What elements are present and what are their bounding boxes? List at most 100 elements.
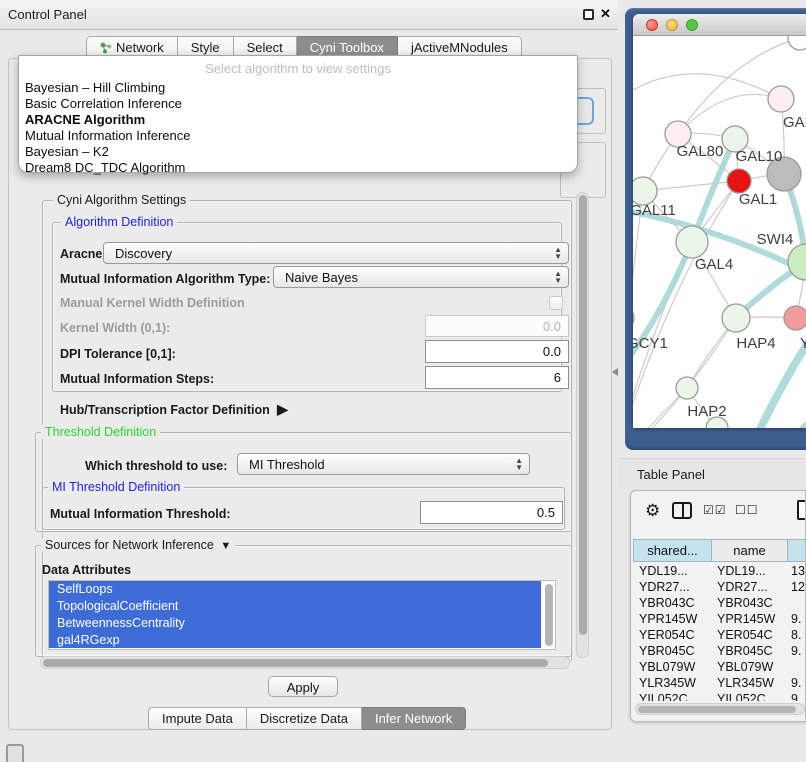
new-file-icon[interactable] bbox=[797, 500, 806, 520]
column-header-partial[interactable] bbox=[787, 539, 806, 562]
table-cell[interactable]: YDL19... bbox=[717, 564, 785, 581]
splitpane-collapse-arrow[interactable] bbox=[612, 368, 618, 376]
control-panel-titlebar: Control Panel ✕ bbox=[0, 0, 618, 30]
apply-button[interactable]: Apply bbox=[268, 676, 338, 697]
sources-title-toggle[interactable]: Sources for Network Inference ▼ bbox=[41, 538, 235, 552]
table-cell[interactable]: YBR045C bbox=[639, 644, 709, 661]
network-window-titlebar[interactable] bbox=[633, 14, 806, 36]
mi-type-value: Naive Bayes bbox=[285, 270, 358, 285]
select-all-checks-icon[interactable]: ☑☑ bbox=[703, 503, 727, 517]
node-gal11[interactable] bbox=[633, 177, 657, 205]
mi-steps-field[interactable]: 6 bbox=[425, 366, 569, 389]
gear-icon[interactable]: ⚙ bbox=[645, 501, 660, 521]
algorithm-option[interactable]: Bayesian – Hill Climbing bbox=[19, 80, 577, 96]
which-threshold-combo[interactable]: MI Threshold ▲▼ bbox=[237, 453, 530, 475]
table-cell[interactable]: YDL19... bbox=[639, 564, 709, 581]
table-cell[interactable]: 12 bbox=[791, 580, 806, 597]
node-gal4[interactable] bbox=[676, 226, 708, 258]
table-cell[interactable]: YDR27... bbox=[639, 580, 709, 597]
hub-definition-toggle[interactable]: Hub/Transcription Factor Definition ▶ bbox=[60, 401, 288, 418]
dpi-tolerance-field[interactable]: 0.0 bbox=[425, 340, 569, 363]
list-item[interactable]: gal4RGexp bbox=[49, 632, 541, 648]
table-cell[interactable]: YLR345W bbox=[717, 676, 785, 693]
network-canvas[interactable]: GAL GAL80 GAL10 GAL1 GAL11 SWI4 GAL4 GCY… bbox=[633, 36, 806, 428]
application-root: Control Panel ✕ Network Style Select Cyn… bbox=[0, 0, 806, 762]
table-horizontal-scrollbar[interactable] bbox=[635, 703, 805, 715]
kernel-width-field[interactable]: 0.0 bbox=[425, 315, 569, 337]
table-cell[interactable]: YPR145W bbox=[639, 612, 709, 629]
tab-discretize-data[interactable]: Discretize Data bbox=[247, 707, 362, 730]
float-window-icon[interactable] bbox=[583, 9, 594, 20]
table-cell[interactable]: YLR345W bbox=[639, 676, 709, 693]
column-layout-icon[interactable] bbox=[672, 502, 692, 519]
list-item[interactable]: SelfLoops bbox=[49, 581, 541, 598]
table-cell[interactable]: 9 bbox=[791, 692, 806, 701]
table-cell[interactable]: YER054C bbox=[639, 628, 709, 645]
mi-threshold-title: MI Threshold Definition bbox=[48, 480, 184, 494]
cyni-bottom-tabs: Impute Data Discretize Data Infer Networ… bbox=[148, 707, 466, 730]
network-window[interactable]: GAL GAL80 GAL10 GAL1 GAL11 SWI4 GAL4 GCY… bbox=[633, 14, 806, 428]
node-hap4[interactable] bbox=[722, 304, 750, 332]
algorithm-prompt: Select algorithm to view settings bbox=[19, 58, 577, 80]
node-gcy1[interactable] bbox=[633, 306, 634, 330]
column-header-name[interactable]: name bbox=[711, 539, 787, 562]
table-cell[interactable]: YDR27... bbox=[717, 580, 785, 597]
algorithm-option-selected[interactable]: ARACNE Algorithm bbox=[19, 112, 577, 128]
table-cell[interactable]: 9. bbox=[791, 644, 806, 661]
column-header-shared-name[interactable]: shared... bbox=[633, 539, 711, 562]
mi-threshold-field[interactable]: 0.5 bbox=[420, 501, 563, 524]
chevron-down-icon: ▼ bbox=[217, 540, 231, 552]
threshold-definition-title: Threshold Definition bbox=[41, 425, 160, 439]
node-gal-partial[interactable] bbox=[768, 86, 794, 112]
table-cell[interactable]: YBR045C bbox=[717, 644, 785, 661]
node-y-partial[interactable] bbox=[784, 306, 806, 330]
settings-horizontal-scrollbar[interactable] bbox=[40, 656, 570, 669]
node-label-hap2: HAP2 bbox=[687, 403, 726, 420]
table-cell[interactable]: YBL079W bbox=[717, 660, 785, 677]
mi-type-combo[interactable]: Naive Bayes ▲▼ bbox=[273, 266, 569, 288]
tab-infer-network[interactable]: Infer Network bbox=[362, 707, 466, 730]
manual-kernel-label: Manual Kernel Width Definition bbox=[60, 296, 245, 310]
table-cell[interactable] bbox=[791, 660, 806, 677]
algorithm-option[interactable]: Dream8 DC_TDC Algorithm bbox=[19, 160, 577, 176]
table-cell[interactable]: YIL052C bbox=[717, 692, 785, 701]
node-gal1-selected[interactable] bbox=[727, 169, 751, 193]
node-partial-top[interactable] bbox=[788, 36, 806, 50]
zoom-button[interactable] bbox=[686, 19, 698, 31]
table-cell[interactable] bbox=[791, 596, 806, 613]
list-vertical-scrollbar[interactable] bbox=[545, 584, 553, 646]
table-cell[interactable]: YBR043C bbox=[717, 596, 785, 613]
table-cell[interactable]: 9. bbox=[791, 612, 806, 629]
table-cell[interactable]: YPR145W bbox=[717, 612, 785, 629]
manual-kernel-checkbox[interactable] bbox=[549, 296, 563, 310]
tab-impute-data[interactable]: Impute Data bbox=[148, 707, 247, 730]
data-attributes-list[interactable]: SelfLoops TopologicalCoefficient Between… bbox=[48, 580, 556, 650]
close-button[interactable] bbox=[646, 19, 658, 31]
table-cell[interactable]: YBR043C bbox=[639, 596, 709, 613]
table-cell[interactable]: 9. bbox=[791, 676, 806, 693]
mi-type-label: Mutual Information Algorithm Type: bbox=[60, 272, 270, 286]
algorithm-option[interactable]: Bayesian – K2 bbox=[19, 144, 577, 160]
node-hap2[interactable] bbox=[676, 377, 698, 399]
control-panel-title: Control Panel bbox=[8, 7, 87, 22]
sources-title: Sources for Network Inference bbox=[45, 538, 214, 552]
minimize-button[interactable] bbox=[666, 19, 678, 31]
table-cell[interactable]: 13 bbox=[791, 564, 806, 581]
list-item[interactable]: BetweennessCentrality bbox=[49, 615, 541, 632]
settings-vertical-scrollbar[interactable] bbox=[576, 192, 589, 658]
table-cell[interactable]: YIL052C bbox=[639, 692, 709, 701]
node-label-gal10: GAL10 bbox=[736, 148, 783, 165]
close-icon[interactable]: ✕ bbox=[600, 6, 611, 22]
node-label-swi4: SWI4 bbox=[757, 231, 794, 248]
aracne-mode-combo[interactable]: Discovery ▲▼ bbox=[103, 242, 569, 264]
list-item[interactable]: TopologicalCoefficient bbox=[49, 598, 541, 615]
dpi-tolerance-label: DPI Tolerance [0,1]: bbox=[60, 347, 176, 361]
deselect-all-checks-icon[interactable]: ☐☐ bbox=[735, 503, 759, 517]
algorithm-option[interactable]: Basic Correlation Inference bbox=[19, 96, 577, 112]
table-cell[interactable]: 8. bbox=[791, 628, 806, 645]
table-cell[interactable]: YER054C bbox=[717, 628, 785, 645]
table-cell[interactable]: YBL079W bbox=[639, 660, 709, 677]
mi-steps-label: Mutual Information Steps: bbox=[60, 372, 214, 386]
algorithm-option[interactable]: Mutual Information Inference bbox=[19, 128, 577, 144]
dock-button[interactable] bbox=[6, 744, 24, 762]
